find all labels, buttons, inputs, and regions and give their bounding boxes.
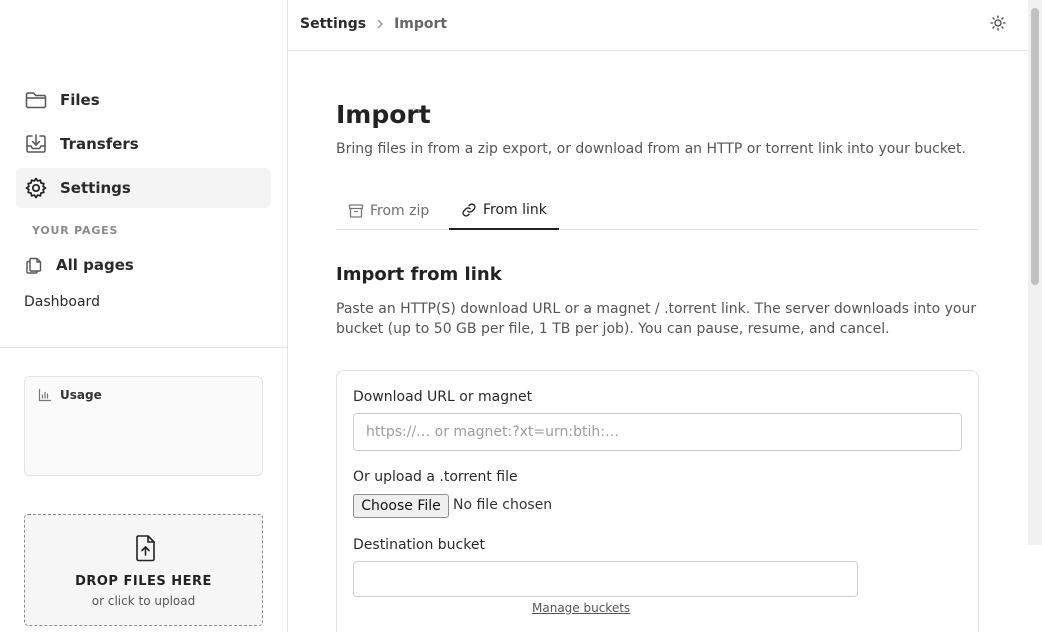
tab-label: From link xyxy=(483,201,547,218)
sidebar-item-all-pages[interactable]: All pages xyxy=(24,252,134,278)
import-tabs: From zip From link xyxy=(336,191,979,230)
section-label-your-pages: YOUR PAGES xyxy=(32,224,119,237)
drop-zone[interactable]: DROP FILES HERE or click to upload xyxy=(24,514,263,626)
scrollbar-thumb[interactable] xyxy=(1031,8,1039,285)
page-description: Bring files in from a zip export, or dow… xyxy=(336,141,966,157)
top-bar: Settings Import xyxy=(288,0,1028,51)
section-title: Import from link xyxy=(336,264,502,285)
sun-icon xyxy=(990,15,1006,35)
usage-title: Usage xyxy=(60,388,102,402)
url-input[interactable] xyxy=(353,413,962,451)
sidebar-item-files[interactable]: Files xyxy=(16,80,271,120)
drop-subtitle: or click to upload xyxy=(91,594,196,608)
file-status: No file chosen xyxy=(453,497,553,513)
manage-buckets-link[interactable]: Manage buckets xyxy=(532,601,630,615)
tab-from-zip[interactable]: From zip xyxy=(348,191,429,230)
choose-file-button[interactable]: Choose File xyxy=(353,494,449,518)
tab-from-link[interactable]: From link xyxy=(449,191,559,230)
all-pages-label: All pages xyxy=(56,256,134,274)
sidebar-item-label: Files xyxy=(60,91,100,109)
link-icon xyxy=(461,202,477,218)
theme-toggle-button[interactable] xyxy=(988,15,1008,35)
sidebar-item-label: Settings xyxy=(60,179,131,197)
page-title: Import xyxy=(336,100,431,129)
usage-card: Usage xyxy=(24,376,263,476)
gear-icon xyxy=(24,176,48,200)
folder-icon xyxy=(24,88,48,112)
sidebar-divider xyxy=(0,347,287,348)
section-description: Paste an HTTP(S) download URL or a magne… xyxy=(336,301,977,337)
sidebar-item-settings[interactable]: Settings xyxy=(16,168,271,208)
tab-label: From zip xyxy=(370,202,430,219)
file-upload-icon xyxy=(131,533,159,563)
chevron-right-icon xyxy=(375,19,385,29)
bar-chart-icon xyxy=(38,388,52,402)
breadcrumb: Settings Import xyxy=(300,16,447,32)
drop-title: DROP FILES HERE xyxy=(75,574,212,589)
download-tray-icon xyxy=(24,132,48,156)
url-label: Download URL or magnet xyxy=(353,389,533,405)
breadcrumb-settings[interactable]: Settings xyxy=(300,16,366,32)
bucket-label: Destination bucket xyxy=(353,537,485,553)
sidebar-item-transfers[interactable]: Transfers xyxy=(16,124,271,164)
torrent-label: Or upload a .torrent file xyxy=(353,469,518,485)
copy-pages-icon xyxy=(24,255,44,275)
sidebar: Files Transfers Settings YOUR PAGES All … xyxy=(0,0,288,632)
sidebar-item-dashboard[interactable]: Dashboard xyxy=(24,294,100,310)
archive-box-icon xyxy=(348,203,364,219)
destination-bucket-select[interactable] xyxy=(353,561,858,597)
breadcrumb-import: Import xyxy=(394,16,448,32)
usage-header: Usage xyxy=(38,388,102,402)
sidebar-item-label: Transfers xyxy=(60,135,139,153)
